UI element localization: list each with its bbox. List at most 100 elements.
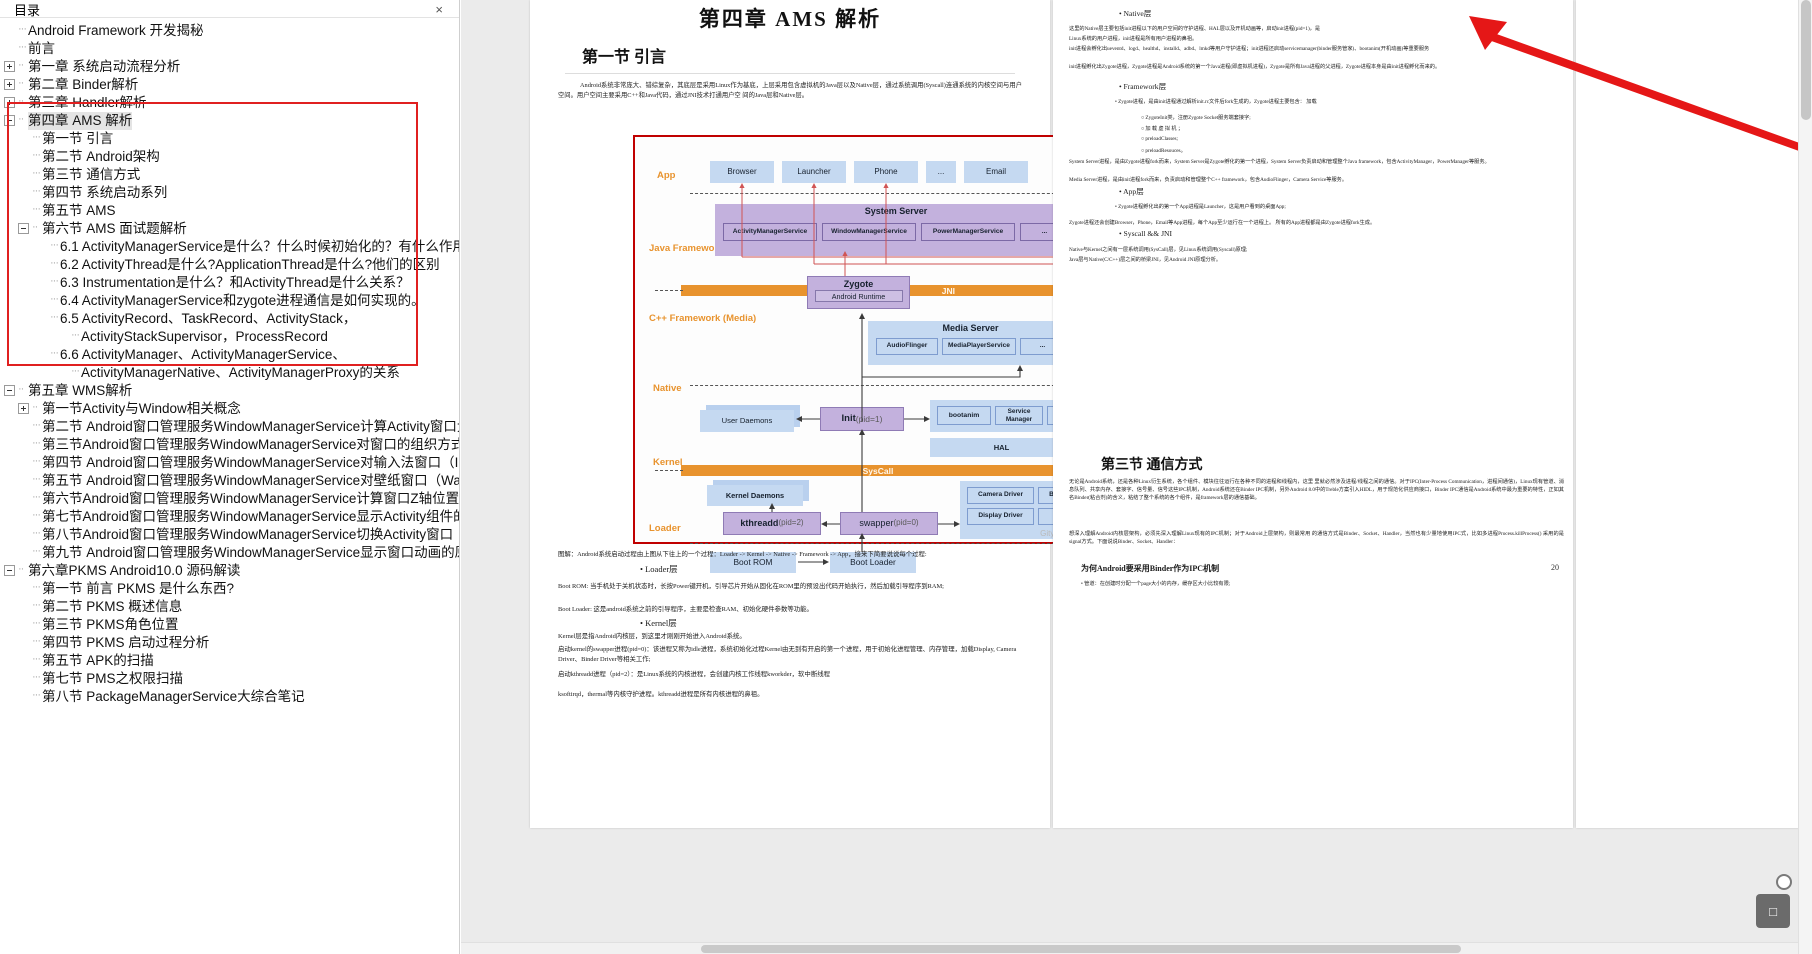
toc-item-24[interactable]: ··· 第四节 Android窗口管理服务WindowManagerService… xyxy=(0,454,459,472)
toc-item-29[interactable]: ··· 第九节 Android窗口管理服务WindowManagerService… xyxy=(0,544,459,562)
vertical-scrollbar[interactable] xyxy=(1798,0,1812,954)
toc-item-label: 第九节 Android窗口管理服务WindowManagerService显示窗… xyxy=(42,545,459,560)
spacer-icon xyxy=(18,169,29,180)
toc-item-label: 第二节 PKMS 概述信息 xyxy=(42,599,183,614)
document-page-right: • Native层 这里的Native层主要包括init进程以下的用户空间的守护进… xyxy=(1053,0,1573,828)
collapse-icon[interactable] xyxy=(4,115,15,126)
toc-item-8[interactable]: ··· 第三节 通信方式 xyxy=(0,166,459,184)
right-para-3: init进程会孵化出ueventd、logd、healthd、installd、… xyxy=(1069,46,1430,52)
tree-connector-icon: ··· xyxy=(32,167,41,179)
toc-item-22[interactable]: ··· 第二节 Android窗口管理服务WindowManagerService… xyxy=(0,418,459,436)
page-number: 20 xyxy=(1551,563,1559,572)
toc-item-15[interactable]: ··· 6.4 ActivityManagerService和zygote进程通信… xyxy=(0,292,459,310)
tree-connector-icon: ··· xyxy=(71,365,80,377)
toc-item-11[interactable]: ·· 第六节 AMS 面试题解析 xyxy=(0,220,459,238)
toc-item-10[interactable]: ··· 第五节 AMS xyxy=(0,202,459,220)
toc-item-21[interactable]: ·· 第一节Activity与Window相关概念 xyxy=(0,400,459,418)
right-para-4: init进程孵化出Zygote进程，Zygote进程是Android系统的第一个… xyxy=(1069,64,1441,70)
close-icon[interactable]: × xyxy=(435,2,449,17)
document-viewer[interactable]: 第四章 AMS 解析 第一节 引言 Android系统非常庞大、错综复杂，其底层… xyxy=(461,0,1812,954)
loader-para-2: Boot Loader: 这是android系统之前的引导程序，主要是检查RAM… xyxy=(558,606,813,613)
expand-icon[interactable] xyxy=(18,403,29,414)
toc-item-label: 第三节 通信方式 xyxy=(42,167,141,182)
horizontal-scrollbar[interactable] xyxy=(461,942,1798,954)
tree-connector-icon: ··· xyxy=(18,41,27,53)
tree-connector-icon: ·· xyxy=(18,95,24,107)
spacer-icon xyxy=(18,511,29,522)
toc-item-label: 第八节 PackageManagerService大综合笔记 xyxy=(42,689,305,704)
toc-item-25[interactable]: ··· 第五节 Android窗口管理服务WindowManagerService… xyxy=(0,472,459,490)
collapse-icon[interactable] xyxy=(4,385,15,396)
toc-item-26[interactable]: ··· 第六节Android窗口管理服务WindowManagerService计… xyxy=(0,490,459,508)
tree-connector-icon: ··· xyxy=(32,149,41,161)
toc-item-19[interactable]: ··· ActivityManagerNative、ActivityManager… xyxy=(0,364,459,382)
tree-connector-icon: ··· xyxy=(32,635,41,647)
collapse-icon[interactable] xyxy=(4,565,15,576)
toc-item-12[interactable]: ··· 6.1 ActivityManagerService是什么？什么时候初始化… xyxy=(0,238,459,256)
toc-item-37[interactable]: ··· 第八节 PackageManagerService大综合笔记 xyxy=(0,688,459,706)
tree-connector-icon: ··· xyxy=(50,275,59,287)
intro-paragraph: Android系统非常庞大、错综复杂，其底层是采用Linux作为基底，上层采用包… xyxy=(558,82,1022,99)
toc-item-label: 6.6 ActivityManager、ActivityManagerServi… xyxy=(60,347,346,362)
toc-item-0[interactable]: ··· Android Framework 开发揭秘 xyxy=(0,22,459,40)
toc-item-28[interactable]: ··· 第八节Android窗口管理服务WindowManagerService切… xyxy=(0,526,459,544)
spacer-icon xyxy=(18,619,29,630)
spacer-icon xyxy=(57,367,68,378)
toc-item-1[interactable]: ··· 前言 xyxy=(0,40,459,58)
document-page-far xyxy=(1576,0,1812,828)
toc-item-34[interactable]: ··· 第四节 PKMS 启动过程分析 xyxy=(0,634,459,652)
toc-item-18[interactable]: ··· 6.6 ActivityManager、ActivityManagerSe… xyxy=(0,346,459,364)
toc-item-31[interactable]: ··· 第一节 前言 PKMS 是什么东西? xyxy=(0,580,459,598)
spacer-icon xyxy=(36,259,47,270)
tree-connector-icon: ··· xyxy=(32,185,41,197)
page-indicator-dot[interactable] xyxy=(1776,874,1792,890)
expand-icon[interactable] xyxy=(4,61,15,72)
spacer-icon xyxy=(18,601,29,612)
spacer-icon xyxy=(18,547,29,558)
spacer-icon xyxy=(18,439,29,450)
toc-item-label: 第五节 Android窗口管理服务WindowManagerService对壁纸… xyxy=(42,473,459,488)
toc-item-23[interactable]: ··· 第三节Android窗口管理服务WindowManagerService对… xyxy=(0,436,459,454)
toc-item-6[interactable]: ··· 第一节 引言 xyxy=(0,130,459,148)
spacer-icon xyxy=(18,457,29,468)
toc-item-35[interactable]: ··· 第五节 APK的扫描 xyxy=(0,652,459,670)
toc-tree[interactable]: ··· Android Framework 开发揭秘 ··· 前言 ·· 第一章 系统启动… xyxy=(0,20,459,954)
spacer-icon xyxy=(18,151,29,162)
toc-item-16[interactable]: ··· 6.5 ActivityRecord、TaskRecord、Activit… xyxy=(0,310,459,328)
toc-item-7[interactable]: ··· 第二节 Android架构 xyxy=(0,148,459,166)
toc-item-27[interactable]: ··· 第七节Android窗口管理服务WindowManagerService显… xyxy=(0,508,459,526)
toc-item-label: 第三节 PKMS角色位置 xyxy=(42,617,179,632)
floating-action-button[interactable]: □ xyxy=(1756,894,1790,928)
toc-item-32[interactable]: ··· 第二节 PKMS 概述信息 xyxy=(0,598,459,616)
toc-item-14[interactable]: ··· 6.3 Instrumentation是什么？和ActivityThrea… xyxy=(0,274,459,292)
spacer-icon xyxy=(18,493,29,504)
toc-item-36[interactable]: ··· 第七节 PMS之权限扫描 xyxy=(0,670,459,688)
toc-item-label: 6.1 ActivityManagerService是什么？什么时候初始化的？有… xyxy=(60,239,459,254)
toc-item-3[interactable]: ·· 第二章 Binder解析 xyxy=(0,76,459,94)
tree-connector-icon: ··· xyxy=(32,527,41,539)
spacer-icon xyxy=(36,241,47,252)
vertical-scrollbar-thumb[interactable] xyxy=(1801,0,1811,120)
toc-item-label: 前言 xyxy=(28,41,55,56)
bullet-kernel-layer: • Kernel层 xyxy=(640,618,677,628)
architecture-diagram-frame: App Java Framework C++ Framework (Media)… xyxy=(633,135,1102,573)
expand-icon[interactable] xyxy=(4,79,15,90)
toc-item-4[interactable]: ·· 第三章 Handler解析 xyxy=(0,94,459,112)
right-para-11: System Server进程，是由Zygote进程fork而来，System … xyxy=(1069,159,1490,165)
toc-item-5[interactable]: ·· 第四章 AMS 解析 xyxy=(0,112,459,130)
toc-item-2[interactable]: ·· 第一章 系统启动流程分析 xyxy=(0,58,459,76)
right-para-17: Native与Kernel之间有一层系统调用(SysCall)层，见Linux系… xyxy=(1069,247,1248,253)
spacer-icon xyxy=(4,43,15,54)
expand-icon[interactable] xyxy=(4,97,15,108)
horizontal-scrollbar-thumb[interactable] xyxy=(701,945,1461,953)
toc-item-13[interactable]: ··· 6.2 ActivityThread是什么?ApplicationThre… xyxy=(0,256,459,274)
collapse-icon[interactable] xyxy=(18,223,29,234)
toc-item-label: 6.2 ActivityThread是什么?ApplicationThread是… xyxy=(60,257,440,272)
toc-item-label: 第一节 引言 xyxy=(42,131,114,146)
toc-item-20[interactable]: ·· 第五章 WMS解析 xyxy=(0,382,459,400)
toc-item-9[interactable]: ··· 第四节 系统启动系列 xyxy=(0,184,459,202)
toc-item-30[interactable]: ·· 第六章PKMS Android10.0 源码解读 xyxy=(0,562,459,580)
toc-item-17[interactable]: ··· ActivityStackSupervisor，ProcessRecord xyxy=(0,328,459,346)
toc-item-33[interactable]: ··· 第三节 PKMS角色位置 xyxy=(0,616,459,634)
tree-connector-icon: ··· xyxy=(32,509,41,521)
